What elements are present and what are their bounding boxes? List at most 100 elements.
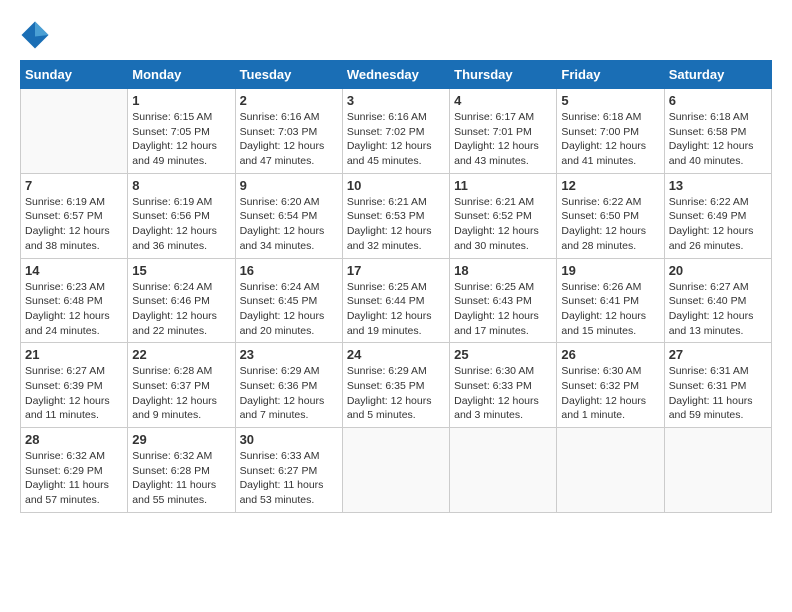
day-header-monday: Monday	[128, 61, 235, 89]
day-number: 2	[240, 93, 338, 108]
day-info: Sunrise: 6:22 AM Sunset: 6:50 PM Dayligh…	[561, 195, 659, 254]
calendar-cell	[21, 89, 128, 174]
day-info: Sunrise: 6:17 AM Sunset: 7:01 PM Dayligh…	[454, 110, 552, 169]
day-info: Sunrise: 6:27 AM Sunset: 6:40 PM Dayligh…	[669, 280, 767, 339]
calendar-cell: 10Sunrise: 6:21 AM Sunset: 6:53 PM Dayli…	[342, 173, 449, 258]
day-info: Sunrise: 6:15 AM Sunset: 7:05 PM Dayligh…	[132, 110, 230, 169]
day-number: 20	[669, 263, 767, 278]
calendar-week-4: 21Sunrise: 6:27 AM Sunset: 6:39 PM Dayli…	[21, 343, 772, 428]
day-number: 27	[669, 347, 767, 362]
day-info: Sunrise: 6:32 AM Sunset: 6:28 PM Dayligh…	[132, 449, 230, 508]
calendar-table: SundayMondayTuesdayWednesdayThursdayFrid…	[20, 60, 772, 513]
calendar-cell	[342, 428, 449, 513]
day-number: 8	[132, 178, 230, 193]
day-header-tuesday: Tuesday	[235, 61, 342, 89]
calendar-cell: 22 Sunrise: 6:28 AM Sunset: 6:37 PM Dayli…	[128, 343, 235, 428]
calendar-cell: 6 Sunrise: 6:18 AM Sunset: 6:58 PM Daylig…	[664, 89, 771, 174]
day-info: Sunrise: 6:25 AM Sunset: 6:43 PM Dayligh…	[454, 280, 552, 339]
day-header-sunday: Sunday	[21, 61, 128, 89]
day-info: Sunrise: 6:18 AM Sunset: 6:58 PM Dayligh…	[669, 110, 767, 169]
calendar-cell: 9 Sunrise: 6:20 AM Sunset: 6:54 PM Daylig…	[235, 173, 342, 258]
day-header-saturday: Saturday	[664, 61, 771, 89]
calendar-cell: 8 Sunrise: 6:19 AM Sunset: 6:56 PM Daylig…	[128, 173, 235, 258]
calendar-cell: 29 Sunrise: 6:32 AM Sunset: 6:28 PM Dayli…	[128, 428, 235, 513]
calendar-header-row: SundayMondayTuesdayWednesdayThursdayFrid…	[21, 61, 772, 89]
calendar-cell: 5 Sunrise: 6:18 AM Sunset: 7:00 PM Daylig…	[557, 89, 664, 174]
day-info: Sunrise: 6:21 AM Sunset: 6:52 PM Dayligh…	[454, 195, 552, 254]
calendar-cell: 17Sunrise: 6:25 AM Sunset: 6:44 PM Dayli…	[342, 258, 449, 343]
calendar-cell: 19 Sunrise: 6:26 AM Sunset: 6:41 PM Dayli…	[557, 258, 664, 343]
calendar-cell: 28 Sunrise: 6:32 AM Sunset: 6:29 PM Dayli…	[21, 428, 128, 513]
calendar-week-5: 28 Sunrise: 6:32 AM Sunset: 6:29 PM Dayli…	[21, 428, 772, 513]
day-number: 24	[347, 347, 445, 362]
day-info: Sunrise: 6:25 AM Sunset: 6:44 PM Dayligh…	[347, 280, 445, 339]
calendar-cell: 1 Sunrise: 6:15 AM Sunset: 7:05 PM Daylig…	[128, 89, 235, 174]
day-info: Sunrise: 6:31 AM Sunset: 6:31 PM Dayligh…	[669, 364, 767, 423]
day-number: 25	[454, 347, 552, 362]
day-info: Sunrise: 6:29 AM Sunset: 6:35 PM Dayligh…	[347, 364, 445, 423]
calendar-cell: 25 Sunrise: 6:30 AM Sunset: 6:33 PM Dayli…	[450, 343, 557, 428]
calendar-cell: 12 Sunrise: 6:22 AM Sunset: 6:50 PM Dayli…	[557, 173, 664, 258]
day-number: 29	[132, 432, 230, 447]
day-info: Sunrise: 6:24 AM Sunset: 6:46 PM Dayligh…	[132, 280, 230, 339]
page-header	[20, 20, 772, 50]
day-info: Sunrise: 6:16 AM Sunset: 7:02 PM Dayligh…	[347, 110, 445, 169]
calendar-cell	[450, 428, 557, 513]
day-info: Sunrise: 6:30 AM Sunset: 6:32 PM Dayligh…	[561, 364, 659, 423]
calendar-week-2: 7 Sunrise: 6:19 AM Sunset: 6:57 PM Daylig…	[21, 173, 772, 258]
day-info: Sunrise: 6:23 AM Sunset: 6:48 PM Dayligh…	[25, 280, 123, 339]
day-info: Sunrise: 6:20 AM Sunset: 6:54 PM Dayligh…	[240, 195, 338, 254]
calendar-week-3: 14Sunrise: 6:23 AM Sunset: 6:48 PM Dayli…	[21, 258, 772, 343]
day-number: 1	[132, 93, 230, 108]
day-number: 28	[25, 432, 123, 447]
calendar-cell: 26 Sunrise: 6:30 AM Sunset: 6:32 PM Dayli…	[557, 343, 664, 428]
calendar-cell: 2Sunrise: 6:16 AM Sunset: 7:03 PM Daylig…	[235, 89, 342, 174]
day-number: 4	[454, 93, 552, 108]
calendar-cell: 13 Sunrise: 6:22 AM Sunset: 6:49 PM Dayli…	[664, 173, 771, 258]
calendar-cell: 11Sunrise: 6:21 AM Sunset: 6:52 PM Dayli…	[450, 173, 557, 258]
logo-icon	[20, 20, 50, 50]
calendar-cell: 16 Sunrise: 6:24 AM Sunset: 6:45 PM Dayli…	[235, 258, 342, 343]
calendar-cell	[557, 428, 664, 513]
calendar-cell: 24 Sunrise: 6:29 AM Sunset: 6:35 PM Dayli…	[342, 343, 449, 428]
day-number: 12	[561, 178, 659, 193]
day-number: 15	[132, 263, 230, 278]
day-number: 13	[669, 178, 767, 193]
day-number: 19	[561, 263, 659, 278]
day-info: Sunrise: 6:19 AM Sunset: 6:56 PM Dayligh…	[132, 195, 230, 254]
day-number: 9	[240, 178, 338, 193]
day-info: Sunrise: 6:33 AM Sunset: 6:27 PM Dayligh…	[240, 449, 338, 508]
calendar-cell: 14Sunrise: 6:23 AM Sunset: 6:48 PM Dayli…	[21, 258, 128, 343]
day-number: 22	[132, 347, 230, 362]
day-info: Sunrise: 6:29 AM Sunset: 6:36 PM Dayligh…	[240, 364, 338, 423]
calendar-cell: 27 Sunrise: 6:31 AM Sunset: 6:31 PM Dayli…	[664, 343, 771, 428]
day-number: 3	[347, 93, 445, 108]
day-number: 7	[25, 178, 123, 193]
day-number: 21	[25, 347, 123, 362]
day-info: Sunrise: 6:22 AM Sunset: 6:49 PM Dayligh…	[669, 195, 767, 254]
day-number: 6	[669, 93, 767, 108]
calendar-cell: 30Sunrise: 6:33 AM Sunset: 6:27 PM Dayli…	[235, 428, 342, 513]
calendar-cell	[664, 428, 771, 513]
day-number: 23	[240, 347, 338, 362]
calendar-cell: 23 Sunrise: 6:29 AM Sunset: 6:36 PM Dayli…	[235, 343, 342, 428]
day-number: 16	[240, 263, 338, 278]
day-info: Sunrise: 6:18 AM Sunset: 7:00 PM Dayligh…	[561, 110, 659, 169]
day-info: Sunrise: 6:28 AM Sunset: 6:37 PM Dayligh…	[132, 364, 230, 423]
calendar-cell: 3 Sunrise: 6:16 AM Sunset: 7:02 PM Daylig…	[342, 89, 449, 174]
calendar-cell: 18 Sunrise: 6:25 AM Sunset: 6:43 PM Dayli…	[450, 258, 557, 343]
day-info: Sunrise: 6:32 AM Sunset: 6:29 PM Dayligh…	[25, 449, 123, 508]
day-header-wednesday: Wednesday	[342, 61, 449, 89]
day-info: Sunrise: 6:19 AM Sunset: 6:57 PM Dayligh…	[25, 195, 123, 254]
day-number: 18	[454, 263, 552, 278]
day-info: Sunrise: 6:24 AM Sunset: 6:45 PM Dayligh…	[240, 280, 338, 339]
calendar-week-1: 1 Sunrise: 6:15 AM Sunset: 7:05 PM Daylig…	[21, 89, 772, 174]
day-info: Sunrise: 6:21 AM Sunset: 6:53 PM Dayligh…	[347, 195, 445, 254]
day-number: 26	[561, 347, 659, 362]
day-number: 5	[561, 93, 659, 108]
logo	[20, 20, 54, 50]
day-info: Sunrise: 6:30 AM Sunset: 6:33 PM Dayligh…	[454, 364, 552, 423]
calendar-cell: 20 Sunrise: 6:27 AM Sunset: 6:40 PM Dayli…	[664, 258, 771, 343]
calendar-cell: 7 Sunrise: 6:19 AM Sunset: 6:57 PM Daylig…	[21, 173, 128, 258]
day-info: Sunrise: 6:26 AM Sunset: 6:41 PM Dayligh…	[561, 280, 659, 339]
